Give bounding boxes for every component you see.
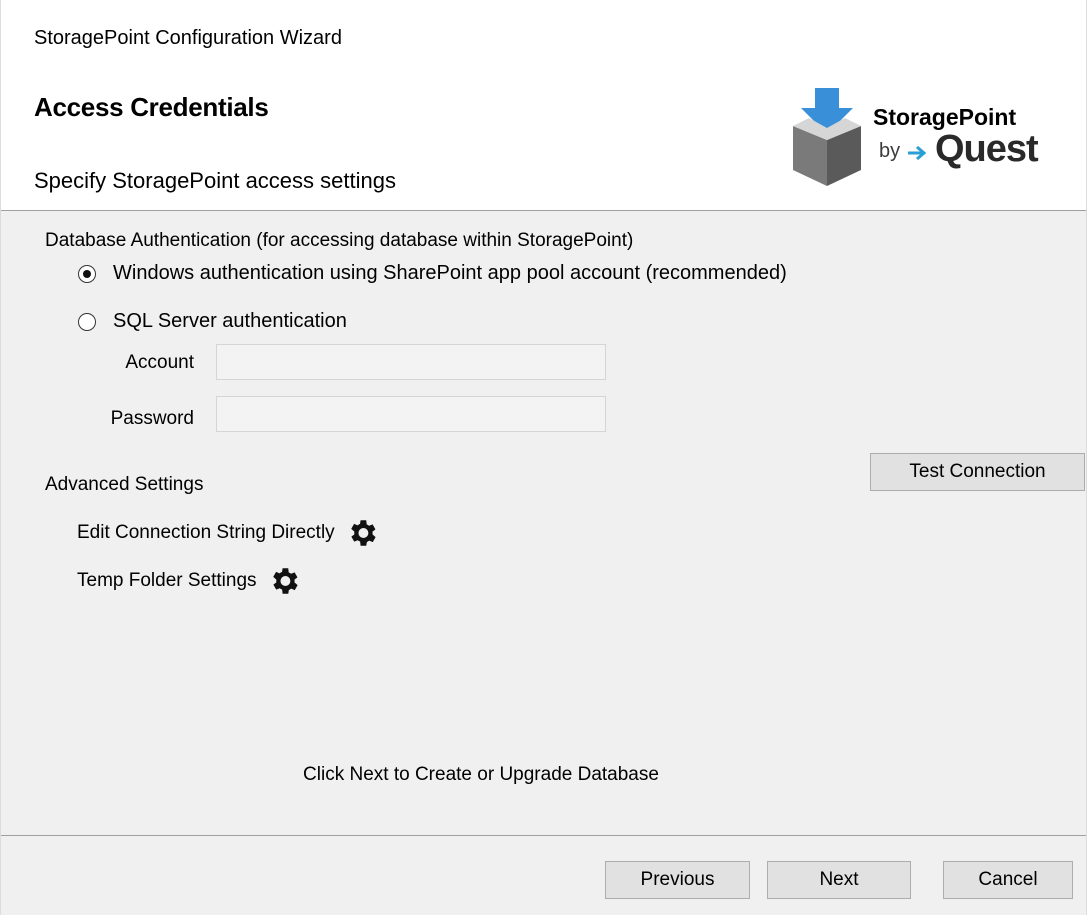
next-button[interactable]: Next: [767, 861, 911, 899]
wizard-window: StoragePoint Configuration Wizard Access…: [0, 0, 1087, 915]
page-subtitle: Specify StoragePoint access settings: [34, 168, 396, 193]
radio-selected-dot: [83, 269, 91, 278]
password-label: Password: [110, 408, 194, 429]
temp-folder-settings-label: Temp Folder Settings: [77, 570, 257, 591]
page-title: Access Credentials: [34, 92, 269, 122]
wizard-header: Access Credentials Specify StoragePoint …: [1, 78, 1086, 211]
radio-button[interactable]: [78, 312, 96, 331]
gear-icon[interactable]: [267, 564, 301, 598]
password-field[interactable]: [216, 396, 606, 432]
radio-windows-auth-label: Windows authentication using SharePoint …: [113, 262, 787, 284]
radio-button[interactable]: [78, 264, 96, 283]
radio-sql-auth[interactable]: SQL Server authentication: [78, 310, 347, 333]
db-auth-label: Database Authentication (for accessing d…: [45, 230, 634, 251]
title-bar: StoragePoint Configuration Wizard: [1, 0, 1086, 78]
advanced-settings-label: Advanced Settings: [45, 474, 204, 495]
next-instruction-text: Click Next to Create or Upgrade Database: [303, 764, 659, 785]
window-title: StoragePoint Configuration Wizard: [34, 27, 342, 49]
account-label: Account: [125, 352, 194, 373]
cancel-button[interactable]: Cancel: [943, 861, 1073, 899]
logo-arrow-icon: [908, 145, 927, 161]
logo-by: by: [879, 140, 901, 162]
gear-icon[interactable]: [345, 516, 379, 550]
edit-connection-string-label: Edit Connection String Directly: [77, 522, 335, 543]
radio-windows-auth[interactable]: Windows authentication using SharePoint …: [78, 262, 787, 285]
edit-connection-string-link[interactable]: Edit Connection String Directly: [77, 516, 379, 550]
radio-sql-auth-label: SQL Server authentication: [113, 310, 347, 332]
account-field[interactable]: [216, 344, 606, 380]
temp-folder-settings-link[interactable]: Temp Folder Settings: [77, 564, 301, 598]
logo-name: StoragePoint: [873, 104, 1017, 130]
footer-divider: [1, 835, 1086, 836]
logo-brand: Quest: [935, 128, 1039, 170]
storagepoint-logo: StoragePoint by Quest: [787, 88, 1067, 188]
box-download-icon: [793, 88, 861, 186]
test-connection-button[interactable]: Test Connection: [870, 453, 1085, 491]
previous-button[interactable]: Previous: [605, 861, 750, 899]
